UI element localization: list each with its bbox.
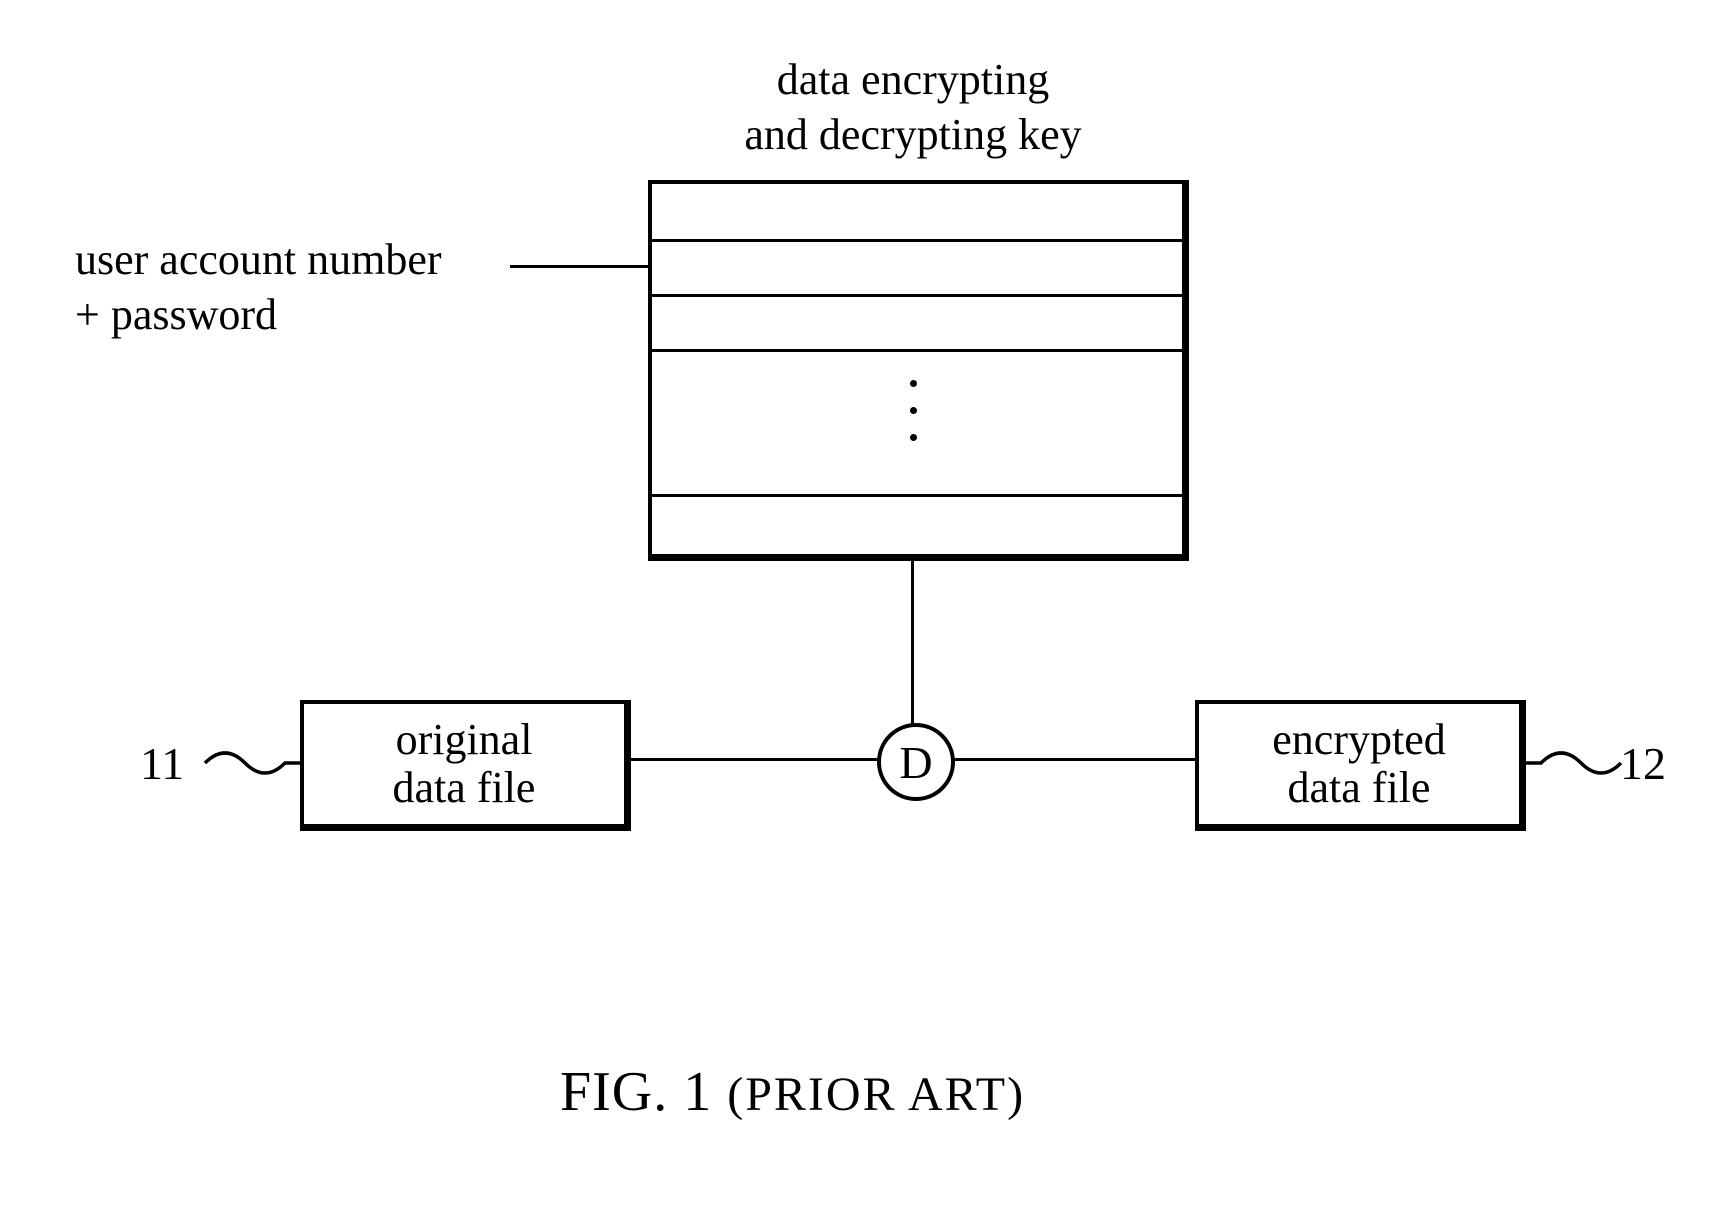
connector-keybox-to-d — [911, 557, 914, 725]
key-table-row-divider — [652, 349, 1182, 352]
connector-left-file-to-d — [631, 758, 877, 761]
dot-icon — [910, 407, 917, 414]
encrypted-data-file-box: encrypted data file — [1195, 700, 1526, 831]
key-table-row-divider — [652, 494, 1182, 497]
dot-icon — [910, 380, 917, 387]
d-label: D — [899, 736, 932, 789]
ref-squiggle-left-icon — [205, 748, 300, 778]
figure-prior-art: (PRIOR ART) — [727, 1068, 1025, 1121]
encrypted-file-line1: encrypted — [1272, 715, 1445, 764]
title-text-2: and decrypting key — [744, 110, 1081, 159]
key-box-title-line1: data encrypting — [648, 55, 1178, 106]
key-table-row-divider — [652, 239, 1182, 242]
key-table-box — [648, 180, 1189, 561]
original-file-line1: original — [396, 715, 533, 764]
ref-number-left: 11 — [140, 738, 184, 791]
user-account-label-line2: + password — [75, 290, 277, 341]
title-text-1: data encrypting — [777, 55, 1049, 104]
ref-squiggle-right-icon — [1526, 748, 1621, 778]
key-box-title-line2: and decrypting key — [648, 110, 1178, 161]
connector-d-to-right-file — [951, 758, 1195, 761]
connector-user-to-keybox — [510, 265, 648, 268]
dot-icon — [910, 434, 917, 441]
original-data-file-box: original data file — [300, 700, 631, 831]
user-account-label-line1: user account number — [75, 235, 442, 286]
ellipsis-icon — [909, 380, 917, 441]
original-file-line2: data file — [393, 763, 536, 812]
d-operation-node: D — [877, 723, 955, 801]
ref-number-right: 12 — [1620, 738, 1666, 791]
diagram-canvas: data encrypting and decrypting key user … — [0, 0, 1731, 1205]
figure-caption: FIG. 1 (PRIOR ART) — [560, 1060, 1025, 1124]
encrypted-file-line2: data file — [1288, 763, 1431, 812]
key-table-row-divider — [652, 294, 1182, 297]
figure-number: FIG. 1 — [560, 1061, 712, 1123]
